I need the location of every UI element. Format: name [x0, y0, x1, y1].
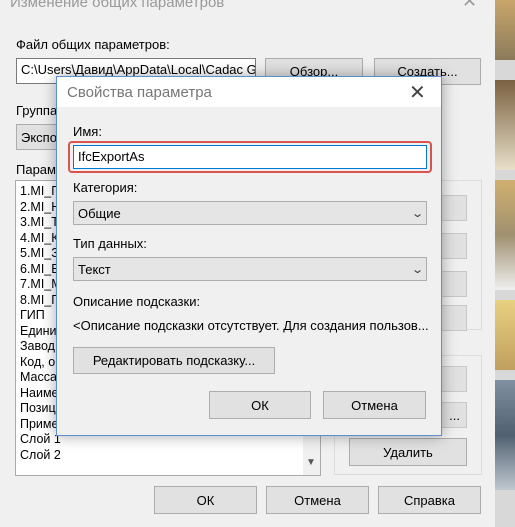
close-icon[interactable]: ✕	[462, 0, 477, 12]
ok-button[interactable]: ОК	[209, 391, 311, 419]
tooltip-text: <Описание подсказки отсутствует. Для соз…	[73, 318, 429, 333]
category-value: Общие	[78, 205, 121, 221]
delete-button[interactable]: Удалить	[349, 438, 467, 466]
category-label: Категория:	[73, 180, 138, 195]
dialog-title: Изменение общих параметров	[10, 0, 225, 11]
scroll-down-icon[interactable]: ▼	[306, 457, 316, 468]
close-icon[interactable]: ✕	[409, 80, 426, 105]
list-item[interactable]: Слой 2	[16, 448, 320, 464]
chevron-down-icon: ⌄	[410, 263, 424, 276]
name-label: Имя:	[73, 124, 102, 139]
category-select[interactable]: Общие ⌄	[73, 201, 427, 225]
datatype-select[interactable]: Текст ⌄	[73, 257, 427, 281]
ok-button[interactable]: ОК	[154, 486, 257, 514]
cancel-button[interactable]: Отмена	[266, 486, 369, 514]
dialog-title: Свойства параметра	[67, 84, 212, 101]
chevron-down-icon: ⌄	[410, 207, 424, 220]
datatype-label: Тип данных:	[73, 236, 147, 251]
help-button[interactable]: Справка	[378, 486, 481, 514]
dialog-titlebar: Свойства параметра ✕	[57, 77, 441, 107]
cancel-button[interactable]: Отмена	[323, 391, 426, 419]
datatype-value: Текст	[78, 261, 111, 277]
name-input[interactable]: IfcExportAs	[73, 145, 427, 169]
edit-tooltip-button[interactable]: Редактировать подсказку...	[73, 347, 275, 374]
param-properties-dialog: Свойства параметра ✕ Имя: IfcExportAs Ка…	[56, 76, 442, 436]
group-label: Группа	[16, 103, 58, 118]
file-label: Файл общих параметров:	[16, 37, 170, 52]
tooltip-label: Описание подсказки:	[73, 294, 201, 309]
